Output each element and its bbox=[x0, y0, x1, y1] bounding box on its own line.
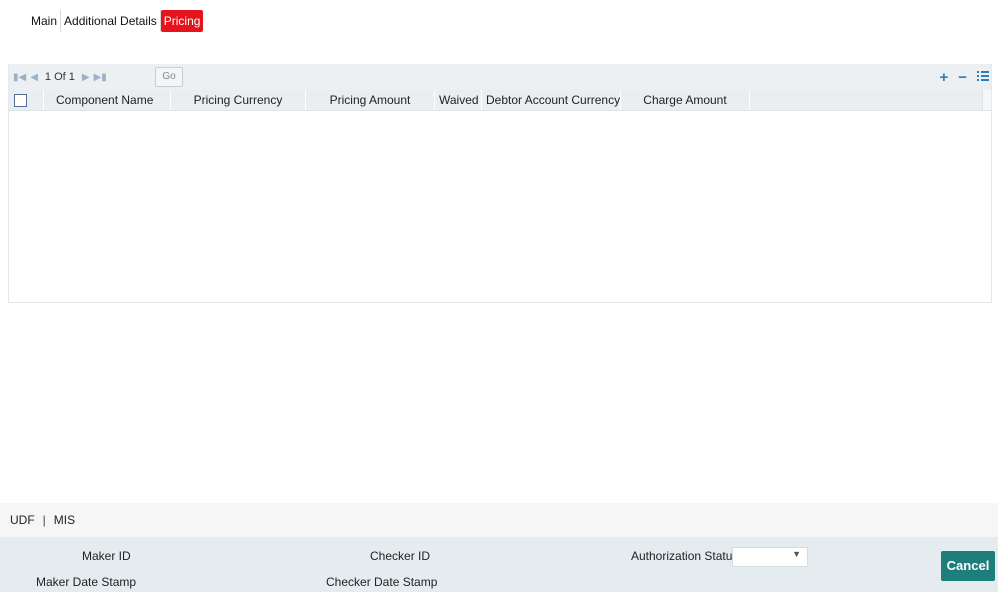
mis-link[interactable]: MIS bbox=[54, 513, 75, 527]
maker-id-label: Maker ID bbox=[82, 549, 131, 563]
add-row-icon[interactable]: + bbox=[939, 69, 948, 86]
grid-toolbar: ▮◀ ◀ 1 Of 1 ▶ ▶▮ Go + − bbox=[9, 64, 991, 90]
column-debtor-account-currency: Debtor Account Currency bbox=[482, 90, 621, 110]
last-page-icon[interactable]: ▶▮ bbox=[94, 72, 107, 83]
column-pricing-currency: Pricing Currency bbox=[171, 90, 306, 110]
next-page-icon[interactable]: ▶ bbox=[82, 72, 90, 83]
checker-date-stamp-label: Checker Date Stamp bbox=[326, 575, 438, 589]
column-component-name: Component Name bbox=[44, 90, 171, 110]
footer-separator: | bbox=[42, 513, 46, 527]
vertical-scrollbar[interactable] bbox=[982, 90, 991, 110]
tab-bar: Main Additional Details Pricing bbox=[28, 10, 204, 32]
tab-additional-details[interactable]: Additional Details bbox=[61, 10, 161, 32]
select-all-cell bbox=[9, 90, 44, 110]
column-charge-amount: Charge Amount bbox=[621, 90, 750, 110]
prev-page-icon[interactable]: ◀ bbox=[30, 72, 38, 83]
pager: ▮◀ ◀ 1 Of 1 ▶ ▶▮ bbox=[13, 64, 107, 90]
maker-date-stamp-label: Maker Date Stamp bbox=[36, 575, 137, 589]
page-indicator: 1 Of 1 bbox=[44, 71, 75, 83]
first-page-icon[interactable]: ▮◀ bbox=[13, 72, 26, 83]
pricing-grid: ▮◀ ◀ 1 Of 1 ▶ ▶▮ Go + − Component Name P… bbox=[8, 64, 992, 303]
dropdown-arrow-icon: ▼ bbox=[792, 549, 801, 559]
udf-mis-bar: UDF | MIS bbox=[0, 503, 998, 537]
authorization-status-select[interactable]: ▼ bbox=[732, 547, 808, 567]
delete-row-icon[interactable]: − bbox=[958, 69, 967, 86]
column-filler bbox=[750, 90, 991, 110]
cancel-button[interactable]: Cancel bbox=[941, 551, 995, 581]
column-pricing-amount: Pricing Amount bbox=[306, 90, 435, 110]
tab-pricing[interactable]: Pricing bbox=[160, 10, 204, 32]
go-button[interactable]: Go bbox=[155, 67, 183, 87]
grid-tools: + − bbox=[939, 64, 989, 90]
authorization-status-label: Authorization Status bbox=[631, 549, 739, 563]
column-waived: Waived bbox=[435, 90, 482, 110]
checker-id-label: Checker ID bbox=[370, 549, 431, 563]
grid-header: Component Name Pricing Currency Pricing … bbox=[9, 90, 991, 111]
audit-panel: Maker ID Maker Date Stamp Checker ID Che… bbox=[0, 537, 998, 592]
tab-main[interactable]: Main bbox=[28, 10, 62, 32]
multi-entry-list-icon[interactable] bbox=[977, 69, 989, 86]
select-all-checkbox[interactable] bbox=[14, 93, 27, 107]
udf-link[interactable]: UDF bbox=[10, 513, 35, 527]
